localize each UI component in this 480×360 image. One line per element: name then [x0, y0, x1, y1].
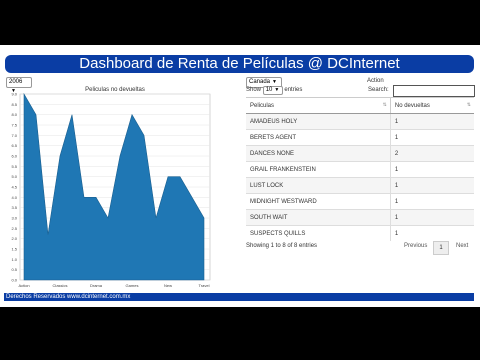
- cell-title: AMADEUS HOLY: [246, 113, 391, 130]
- y-tick-label: 6.5: [11, 143, 17, 148]
- action-label: Action: [367, 78, 384, 84]
- y-tick-label: 3.5: [11, 205, 17, 210]
- cell-count: 1: [389, 193, 474, 210]
- year-select-value: 2006: [9, 79, 23, 85]
- table-row: SOUTH WAIT 1: [246, 209, 474, 226]
- cell-title: BERETS AGENT: [246, 129, 391, 146]
- y-tick-label: 0.5: [11, 267, 17, 272]
- page-title: Dashboard de Renta de Películas @ DCInte…: [5, 55, 474, 73]
- cell-title: SUSPECTS QUILLS: [246, 225, 391, 241]
- column-header-no-devueltas[interactable]: No devueltas ⇅: [389, 97, 474, 114]
- y-tick-label: 7.0: [11, 133, 17, 138]
- y-tick-label: 5.0: [11, 174, 17, 179]
- cell-count: 2: [389, 145, 474, 162]
- next-page-button[interactable]: Next: [456, 243, 468, 249]
- cell-title: DANCES NONE: [246, 145, 391, 162]
- cell-title: MIDNIGHT WESTWARD: [246, 193, 391, 210]
- x-tick-label: Games: [126, 283, 139, 288]
- y-tick-label: 8.5: [11, 102, 17, 107]
- cell-title: GRAIL FRANKENSTEIN: [246, 161, 391, 178]
- x-tick-label: Travel: [199, 283, 210, 288]
- sort-icon: ⇅: [382, 102, 387, 108]
- y-tick-label: 8.0: [11, 112, 17, 117]
- y-tick-label: 4.5: [11, 185, 17, 190]
- table-row: BERETS AGENT 1: [246, 129, 474, 146]
- table-row: SUSPECTS QUILLS 1: [246, 225, 474, 241]
- cell-count: 1: [389, 113, 474, 130]
- x-tick-label: Drama: [90, 283, 103, 288]
- table-row: LUST LOCK 1: [246, 177, 474, 194]
- y-tick-label: 0.0: [11, 278, 17, 283]
- y-tick-label: 2.5: [11, 226, 17, 231]
- country-select-value: Canada: [249, 79, 271, 85]
- show-label: Show: [246, 87, 262, 93]
- chevron-down-icon: ▼: [274, 87, 280, 93]
- cell-count: 1: [389, 209, 474, 226]
- y-tick-label: 5.5: [11, 164, 17, 169]
- cell-count: 1: [389, 225, 474, 241]
- search-input[interactable]: [393, 85, 475, 97]
- table-info: Showing 1 to 8 of 8 entries: [246, 243, 318, 249]
- table-row: AMADEUS HOLY 1: [246, 113, 474, 130]
- dashboard-page: Dashboard de Renta de Películas @ DCInte…: [0, 45, 480, 307]
- page-1-button[interactable]: 1: [433, 241, 449, 255]
- x-tick-label: Classics: [53, 283, 68, 288]
- column-header-peliculas[interactable]: Peliculas ⇅: [246, 97, 391, 114]
- y-tick-label: 9.0: [11, 93, 17, 97]
- y-tick-label: 2.0: [11, 236, 17, 241]
- y-tick-label: 7.5: [11, 123, 17, 128]
- rentals-table: Peliculas ⇅ No devueltas ⇅ AMADEUS HOLY 1 B…: [246, 97, 474, 241]
- search-label: Search:: [368, 87, 389, 93]
- cell-count: 1: [389, 129, 474, 146]
- table-row: DANCES NONE 2: [246, 145, 474, 162]
- cell-title: SOUTH WAIT: [246, 209, 391, 226]
- table-row: MIDNIGHT WESTWARD 1: [246, 193, 474, 210]
- footer: Derechos Reservados www.dcinternet.com.m…: [4, 293, 474, 301]
- entries-select[interactable]: 10 ▼: [262, 86, 283, 95]
- y-tick-label: 1.5: [11, 247, 17, 252]
- cell-count: 1: [389, 161, 474, 178]
- table-row: GRAIL FRANKENSTEIN 1: [246, 161, 474, 178]
- y-tick-label: 6.0: [11, 154, 17, 159]
- table-header-row: Peliculas ⇅ No devueltas ⇅: [246, 97, 474, 114]
- previous-page-button[interactable]: Previous: [404, 243, 427, 249]
- x-tick-label: New: [164, 283, 172, 288]
- sort-icon: ⇅: [466, 102, 471, 108]
- cell-count: 1: [389, 177, 474, 194]
- entries-label: entries: [284, 87, 303, 93]
- area-chart: 0.0 0.5 1.0 1.5 2.0 2.5 3.0 3.5 4.0 4.5 5.0 5.5 6.0 6…: [11, 93, 211, 288]
- y-tick-label: 1.0: [11, 257, 17, 262]
- x-tick-label: Action: [18, 283, 29, 288]
- y-tick-label: 4.0: [11, 195, 17, 200]
- y-tick-label: 3.0: [11, 216, 17, 221]
- cell-title: LUST LOCK: [246, 177, 391, 194]
- entries-select-value: 10: [265, 87, 273, 93]
